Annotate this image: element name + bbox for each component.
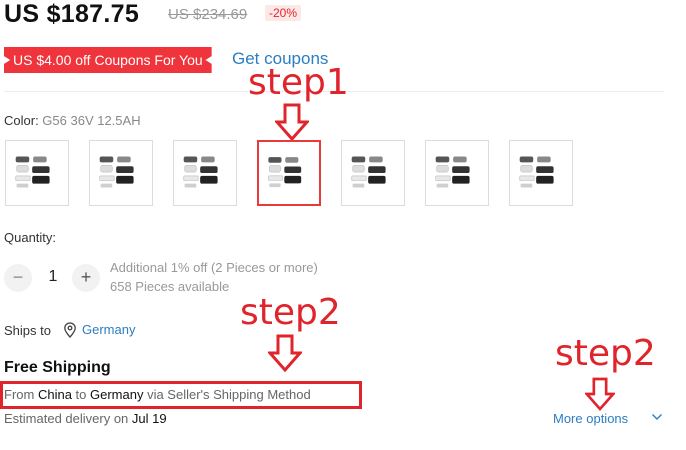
- ship-to-country-link[interactable]: Germany: [82, 322, 135, 337]
- ships-to-label: Ships to: [4, 323, 51, 338]
- color-option-thumbnail[interactable]: [89, 140, 153, 206]
- estimated-delivery: Estimated delivery on Jul 19: [4, 411, 167, 426]
- quantity-increase-button[interactable]: +: [72, 264, 100, 292]
- color-value: G56 36V 12.5AH: [42, 113, 141, 128]
- color-label: Color: G56 36V 12.5AH: [4, 113, 141, 128]
- battery-product-image: [268, 157, 302, 188]
- free-shipping-title: Free Shipping: [4, 359, 111, 376]
- color-option-thumbnail[interactable]: [341, 140, 405, 206]
- quantity-value[interactable]: 1: [46, 268, 60, 286]
- step2-highlight-box: [0, 381, 362, 409]
- original-price: US $234.69: [168, 6, 248, 23]
- quantity-label: Quantity:: [4, 230, 57, 245]
- estimated-delivery-date: Jul 19: [131, 411, 167, 426]
- step2-annotation: step2: [240, 292, 341, 333]
- battery-product-image: [435, 156, 470, 188]
- battery-product-image: [15, 156, 50, 188]
- step1-arrow-icon: [275, 103, 309, 141]
- battery-product-image: [183, 156, 218, 188]
- chevron-down-icon[interactable]: [651, 411, 663, 423]
- step2-annotation-more-options: step2: [555, 333, 656, 374]
- battery-product-image: [99, 156, 134, 188]
- color-option-thumbnail[interactable]: [509, 140, 573, 206]
- battery-product-image: [351, 156, 386, 188]
- step1-annotation: step1: [248, 62, 349, 103]
- quantity-decrease-button[interactable]: −: [4, 264, 32, 292]
- step2-arrow-icon: [268, 334, 302, 372]
- quantity-discount-note: Additional 1% off (2 Pieces or more): [110, 260, 318, 275]
- color-option-thumbnail[interactable]: [425, 140, 489, 206]
- color-label-text: Color:: [4, 113, 43, 128]
- location-pin-icon: [64, 322, 76, 338]
- color-option-thumbnail[interactable]: [257, 140, 321, 206]
- discount-badge: -20%: [265, 5, 302, 21]
- current-price: US $187.75: [4, 0, 140, 28]
- coupon-badge[interactable]: US $4.00 off Coupons For You: [4, 47, 212, 73]
- step2-more-arrow-icon: [585, 377, 615, 412]
- estimated-delivery-prefix: Estimated delivery on: [4, 411, 132, 426]
- pieces-available: 658 Pieces available: [110, 279, 230, 294]
- battery-product-image: [519, 156, 554, 188]
- more-options-link[interactable]: More options: [553, 411, 628, 426]
- color-option-thumbnail[interactable]: [173, 140, 237, 206]
- color-option-thumbnail[interactable]: [5, 140, 69, 206]
